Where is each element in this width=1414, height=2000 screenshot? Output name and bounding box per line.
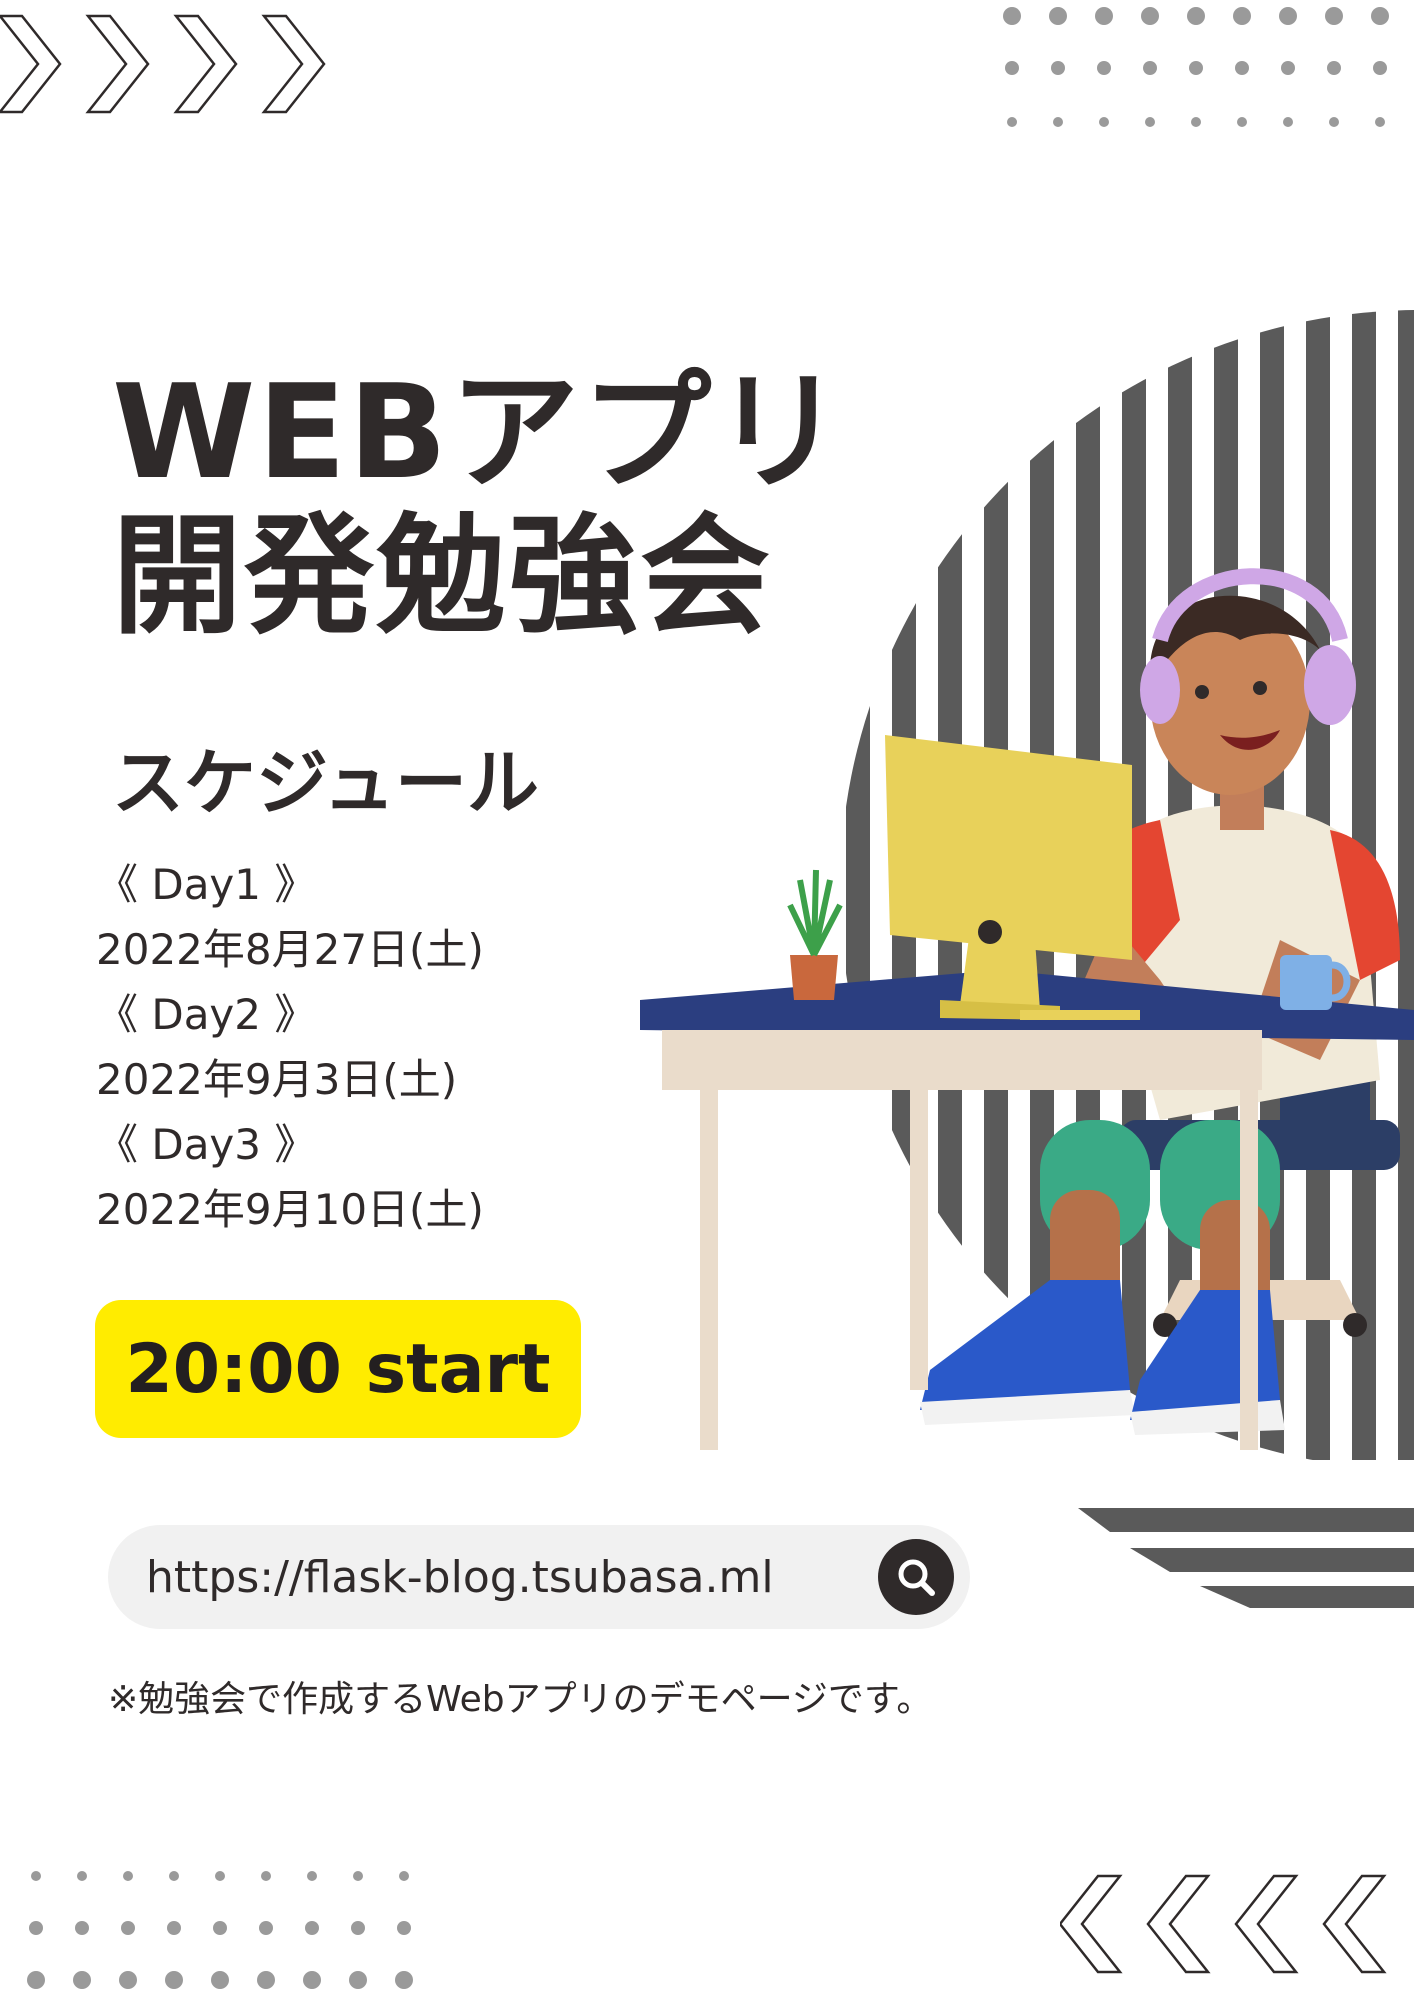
- decorative-dot: [77, 1871, 87, 1881]
- decorative-dot: [73, 1971, 91, 1989]
- decorative-dot: [351, 1921, 365, 1935]
- schedule-list: 《 Day1 》 2022年8月27日(土) 《 Day2 》 2022年9月3…: [96, 852, 484, 1242]
- start-time-badge: 20:00 start: [95, 1300, 581, 1438]
- schedule-day-date: 2022年9月3日(土): [96, 1055, 458, 1104]
- decorative-dot: [167, 1921, 181, 1935]
- search-icon[interactable]: [878, 1539, 954, 1615]
- decorative-dot: [27, 1971, 45, 1989]
- title-line-2: 開発勉強会: [112, 500, 773, 652]
- decorative-dot: [123, 1871, 133, 1881]
- decorative-dot: [1143, 61, 1157, 75]
- decorative-dot: [395, 1971, 413, 1989]
- decorative-dot: [1099, 117, 1109, 127]
- decorative-dot: [1005, 61, 1019, 75]
- decorative-dot: [1191, 117, 1201, 127]
- chevron-right-icon: [261, 14, 326, 114]
- schedule-day-label: 《 Day3 》: [96, 1120, 317, 1169]
- decorative-dot: [1283, 117, 1293, 127]
- decorative-dot: [353, 1871, 363, 1881]
- schedule-day-date: 2022年8月27日(土): [96, 925, 484, 974]
- decorative-dot: [121, 1921, 135, 1935]
- chevron-left-icon: [1234, 1874, 1299, 1974]
- decorative-dot: [1327, 61, 1341, 75]
- chevron-left-icon: [1060, 1874, 1123, 1974]
- decorative-dot: [1051, 61, 1065, 75]
- url-text: https://flask-blog.tsubasa.ml: [146, 1551, 774, 1603]
- decorative-dot: [213, 1921, 227, 1935]
- chevron-decoration-top-left: [0, 14, 326, 114]
- decorative-dot: [1235, 61, 1249, 75]
- decorative-dot: [303, 1971, 321, 1989]
- decorative-dot: [1187, 7, 1205, 25]
- decorative-dot: [1329, 117, 1339, 127]
- decorative-dot: [257, 1971, 275, 1989]
- plant-icon: [787, 869, 843, 1000]
- decorative-dot: [397, 1921, 411, 1935]
- decorative-dot: [399, 1871, 409, 1881]
- decorative-dot: [1141, 7, 1159, 25]
- decorative-dot: [1053, 117, 1063, 127]
- schedule-day-date: 2022年9月10日(土): [96, 1185, 484, 1234]
- person-head: [1140, 568, 1356, 830]
- url-search-bar[interactable]: https://flask-blog.tsubasa.ml: [108, 1525, 970, 1629]
- decorative-dot: [307, 1871, 317, 1881]
- chevron-left-icon: [1322, 1874, 1387, 1974]
- page-title: WEBアプリ 開発勉強会: [112, 360, 845, 648]
- dots-decoration-bottom-left: [27, 1871, 413, 1989]
- decorative-dot: [211, 1971, 229, 1989]
- decorative-dot: [29, 1921, 43, 1935]
- chevron-right-icon: [0, 14, 62, 114]
- decorative-dot: [1003, 7, 1021, 25]
- decorative-dot: [1371, 7, 1389, 25]
- chevron-right-icon: [85, 14, 150, 114]
- decorative-dot: [119, 1971, 137, 1989]
- person-legs: [920, 1120, 1285, 1435]
- demo-page-note: ※勉強会で作成するWebアプリのデモページです。: [108, 1679, 933, 1720]
- dots-decoration-top-right: [1003, 7, 1389, 127]
- decorative-dot: [1375, 117, 1385, 127]
- decorative-dot: [169, 1871, 179, 1881]
- decorative-dot: [1097, 61, 1111, 75]
- decorative-dot: [1325, 7, 1343, 25]
- decorative-dot: [259, 1921, 273, 1935]
- schedule-day-label: 《 Day2 》: [96, 990, 317, 1039]
- decorative-dot: [215, 1871, 225, 1881]
- decorative-dot: [1281, 61, 1295, 75]
- decorative-dot: [305, 1921, 319, 1935]
- decorative-dot: [1049, 7, 1067, 25]
- chevron-right-icon: [173, 14, 238, 114]
- schedule-day-label: 《 Day1 》: [96, 860, 317, 909]
- decorative-dot: [1145, 117, 1155, 127]
- chevron-decoration-bottom-right: [1060, 1874, 1387, 1974]
- decorative-dot: [261, 1871, 271, 1881]
- decorative-dot: [165, 1971, 183, 1989]
- decorative-dot: [1095, 7, 1113, 25]
- decorative-dot: [75, 1921, 89, 1935]
- title-line-1: WEBアプリ: [112, 356, 846, 508]
- chevron-left-icon: [1146, 1874, 1211, 1974]
- decorative-dot: [349, 1971, 367, 1989]
- striped-arc-decoration: [1078, 1508, 1414, 1608]
- schedule-heading: スケジュール: [112, 741, 539, 825]
- decorative-dot: [1233, 7, 1251, 25]
- decorative-dot: [1237, 117, 1247, 127]
- decorative-dot: [31, 1871, 41, 1881]
- decorative-dot: [1007, 117, 1017, 127]
- developer-at-desk-illustration: [640, 568, 1414, 1450]
- decorative-dot: [1373, 61, 1387, 75]
- decorative-dot: [1279, 7, 1297, 25]
- decorative-dot: [1189, 61, 1203, 75]
